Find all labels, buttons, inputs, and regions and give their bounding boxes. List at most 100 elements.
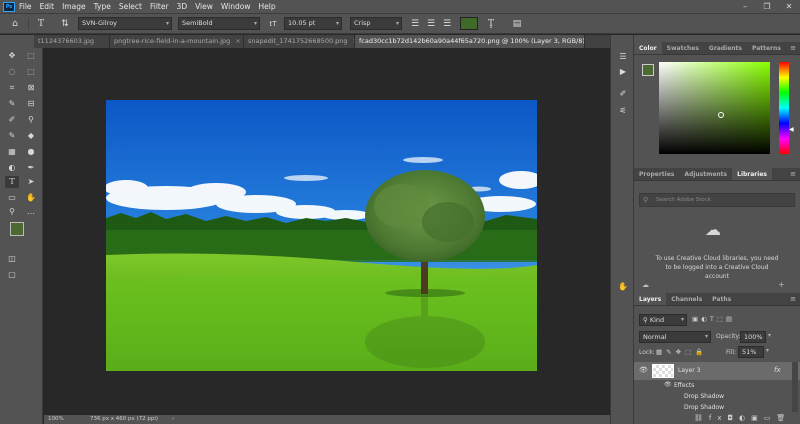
menu-file[interactable]: File (19, 2, 32, 11)
antialias-select[interactable]: Crisp ▾ (350, 17, 402, 30)
menu-image[interactable]: Image (62, 2, 86, 11)
fill-field[interactable]: 51% (738, 346, 764, 358)
layer-row-selected[interactable]: 👁 Layer 3 fx (634, 362, 800, 380)
more-tools-icon[interactable]: … (24, 206, 38, 218)
effect-row[interactable]: Drop Shadow (634, 402, 800, 413)
quick-mask-icon[interactable]: ◫ (5, 253, 19, 265)
color-picker-field[interactable] (659, 62, 770, 154)
lock-icons[interactable]: ▦✎✥⬚🔒 (656, 348, 707, 356)
chevron-down-icon[interactable]: ▾ (766, 347, 769, 354)
pen-tool-icon[interactable]: ✒ (24, 162, 38, 174)
font-style-select[interactable]: SemiBold ▾ (178, 17, 260, 30)
foreground-color-swatch[interactable] (10, 222, 24, 236)
clone-stamp-tool-icon[interactable]: ⚲ (24, 114, 38, 126)
tab-properties[interactable]: Properties (634, 168, 679, 180)
tab-channels[interactable]: Channels (666, 293, 707, 305)
layer-filter-select[interactable]: ⚲ Kind ▾ (639, 314, 687, 326)
tab-gradients[interactable]: Gradients (704, 42, 747, 54)
history-panel-icon[interactable]: ☰ (616, 51, 630, 63)
tab-document-3[interactable]: snapedit_1741752668500.png× (244, 35, 355, 48)
minimize-button[interactable]: – (734, 0, 756, 13)
frame-tool-icon[interactable]: ⊠ (24, 82, 38, 94)
maximize-button[interactable]: ❐ (756, 0, 778, 13)
close-button[interactable]: ✕ (778, 0, 800, 13)
stock-search-field[interactable]: ⚲ Search Adobe Stock (639, 193, 795, 207)
layer-name[interactable]: Layer 3 (678, 367, 700, 374)
menu-layer[interactable]: Type (94, 2, 111, 11)
menu-filter[interactable]: 3D (177, 2, 188, 11)
home-icon[interactable]: ⌂ (8, 17, 22, 31)
chevron-down-icon[interactable]: ▾ (768, 332, 771, 339)
tab-document-2[interactable]: pngtree-rice-field-in-a-mountain.jpg × (110, 35, 244, 48)
history-brush-tool-icon[interactable]: ✎ (5, 130, 19, 142)
hand-tool-icon[interactable]: ✋ (24, 192, 38, 204)
panel-menu-icon[interactable]: ≡ (790, 168, 796, 181)
eyedropper-tool-icon[interactable]: ✎ (5, 98, 19, 110)
tab-adjustments[interactable]: Adjustments (679, 168, 732, 180)
actions-panel-icon[interactable]: ▶ (616, 66, 630, 78)
zoom-level[interactable]: 100% (48, 415, 64, 424)
dodge-tool-icon[interactable]: ◐ (5, 162, 19, 174)
hue-slider[interactable] (779, 62, 789, 154)
tab-patterns[interactable]: Patterns (747, 42, 786, 54)
close-tab-icon[interactable]: × (235, 37, 240, 45)
spot-healing-tool-icon[interactable]: ⊟ (24, 98, 38, 110)
path-selection-tool-icon[interactable]: ➤ (24, 176, 38, 188)
warp-text-icon[interactable]: Ţ (484, 17, 498, 31)
menu-window[interactable]: Help (258, 2, 275, 11)
adjust-panel-icon[interactable]: ⚟ (616, 105, 630, 117)
blend-mode-select[interactable]: Normal ▾ (639, 331, 711, 343)
brush-settings-icon[interactable]: ✐ (616, 88, 630, 100)
layer-actions-bar[interactable]: ⛓fx◘◐▣▭🗑 (694, 414, 791, 422)
pen-panel-icon[interactable]: ✋ (616, 281, 630, 293)
zoom-tool-icon[interactable]: ⚲ (5, 206, 19, 218)
chevron-right-icon[interactable]: › (172, 415, 174, 424)
eye-icon[interactable]: 👁 (639, 366, 648, 374)
tab-swatches[interactable]: Swatches (662, 42, 704, 54)
layers-scrollbar[interactable] (792, 362, 798, 412)
screen-mode-icon[interactable]: ▢ (5, 269, 19, 281)
brush-tool-icon[interactable]: ✐ (5, 114, 19, 126)
lasso-tool-icon[interactable]: ◌ (5, 66, 19, 78)
artboard-tool-icon[interactable]: ⬚ (24, 50, 38, 62)
tab-paths[interactable]: Paths (707, 293, 736, 305)
tab-document-1[interactable]: t1124376603.jpg (34, 35, 110, 48)
menu-3d[interactable]: View (195, 2, 213, 11)
menu-select[interactable]: Filter (150, 2, 169, 11)
character-panel-icon[interactable]: ▤ (510, 17, 524, 31)
crop-tool-icon[interactable]: ⌗ (5, 82, 19, 94)
blur-tool-icon[interactable]: ● (24, 146, 38, 158)
font-size-select[interactable]: 10.05 pt ▾ (284, 17, 342, 30)
color-picker-cursor[interactable] (718, 112, 724, 118)
tab-document-active[interactable]: fcad30cc1b72d142b60a90a44f65a720.png @ 1… (355, 35, 585, 48)
rectangle-tool-icon[interactable]: ▭ (5, 192, 19, 204)
hue-slider-handle[interactable]: ◀ (789, 126, 794, 133)
menu-edit[interactable]: Edit (40, 2, 55, 11)
opacity-field[interactable]: 100% (740, 331, 766, 343)
tab-color[interactable]: Color (634, 42, 662, 54)
move-tool-icon[interactable]: ✥ (5, 50, 19, 62)
gradient-tool-icon[interactable]: ▦ (5, 146, 19, 158)
effects-row[interactable]: 👁 Effects (634, 380, 800, 391)
layer-filter-icons[interactable]: ▣◐T⬚▤ (692, 315, 735, 323)
eraser-tool-icon[interactable]: ◆ (24, 130, 38, 142)
eye-icon[interactable]: 👁 (664, 381, 672, 388)
menu-view[interactable]: Window (221, 2, 251, 11)
text-color-swatch[interactable] (460, 17, 478, 30)
font-family-select[interactable]: SVN-Gilroy ▾ (78, 17, 172, 30)
align-left-icon[interactable]: ☰ (408, 17, 422, 31)
toggle-orientation-icon[interactable]: ⇅ (58, 17, 72, 31)
cloud-sync-icon[interactable]: ☁ (642, 281, 649, 289)
align-right-icon[interactable]: ☰ (440, 17, 454, 31)
panel-menu-icon[interactable]: ≡ (790, 42, 796, 55)
tab-layers[interactable]: Layers (634, 293, 667, 305)
document-canvas-image[interactable] (106, 100, 537, 371)
effect-row[interactable]: Drop Shadow (634, 391, 800, 402)
tab-libraries[interactable]: Libraries (732, 168, 772, 180)
menu-type[interactable]: Select (119, 2, 142, 11)
type-tool-preset-icon[interactable]: T (34, 17, 48, 31)
object-select-tool-icon[interactable]: ⬚ (24, 66, 38, 78)
panel-menu-icon[interactable]: ≡ (790, 293, 796, 306)
align-center-icon[interactable]: ☰ (424, 17, 438, 31)
fx-icon[interactable]: fx (774, 366, 781, 374)
